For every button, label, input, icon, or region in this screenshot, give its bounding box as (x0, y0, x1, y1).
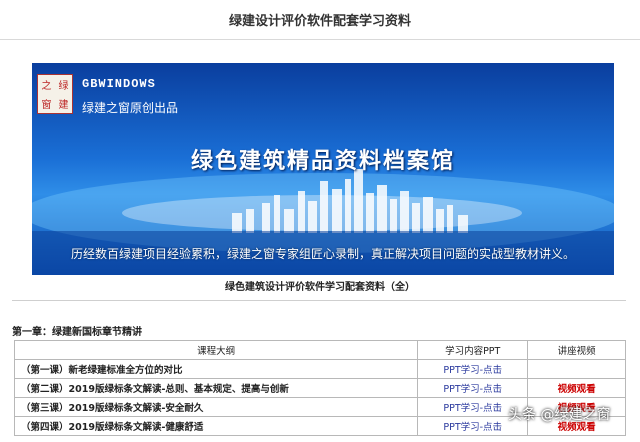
watermark: 头条 @绿建之窗 (508, 407, 611, 423)
lesson-title: （第一课）新老绿建标准全方位的对比 (13, 359, 419, 379)
chapter-title: 第一章：绿建新国标章节精讲 (12, 327, 142, 338)
logo-char: 窗 (41, 100, 52, 111)
ppt-link[interactable]: PPT学习-点击 (417, 359, 529, 379)
brand-chinese: 绿建之窗原创出品 (82, 101, 179, 115)
lesson-title: （第四课）2019版绿标条文解读-健康舒适 (13, 416, 419, 436)
logo-char: 绿 (58, 81, 69, 92)
logo-seal: 之 绿 窗 建 (37, 74, 73, 114)
header-outline: 课程大纲 (13, 340, 419, 360)
header-ppt: 学习内容PPT (417, 340, 529, 360)
brand-english: GBWINDOWS (82, 77, 156, 91)
banner-tagline: 历经数百绿建项目经验累积，绿建之窗专家组匠心录制，真正解决项目问题的实战型教材讲… (70, 247, 575, 261)
logo-char: 建 (58, 100, 69, 111)
divider (12, 300, 626, 301)
banner-image: 之 绿 窗 建 GBWINDOWS 绿建之窗原创出品 绿色建筑精品资料档案馆 历… (32, 63, 614, 275)
header-video: 讲座视频 (527, 340, 626, 360)
video-link[interactable]: 视频观看 (527, 378, 626, 398)
ppt-link[interactable]: PPT学习-点击 (417, 378, 529, 398)
table-header-row: 课程大纲 学习内容PPT 讲座视频 (13, 340, 626, 360)
page-title: 绿建设计评价软件配套学习资料 (0, 0, 640, 40)
banner-caption: 绿色建筑设计评价软件学习配套资料（全） (225, 282, 415, 293)
lesson-title: （第二课）2019版绿标条文解读-总则、基本规定、提高与创新 (13, 378, 419, 398)
table-row: （第一课）新老绿建标准全方位的对比 PPT学习-点击 (13, 359, 626, 379)
banner-headline: 绿色建筑精品资料档案馆 (190, 149, 455, 174)
video-link (527, 359, 626, 379)
logo-char: 之 (41, 81, 52, 92)
table-row: （第二课）2019版绿标条文解读-总则、基本规定、提高与创新 PPT学习-点击 … (13, 378, 626, 398)
lesson-title: （第三课）2019版绿标条文解读-安全耐久 (13, 397, 419, 417)
